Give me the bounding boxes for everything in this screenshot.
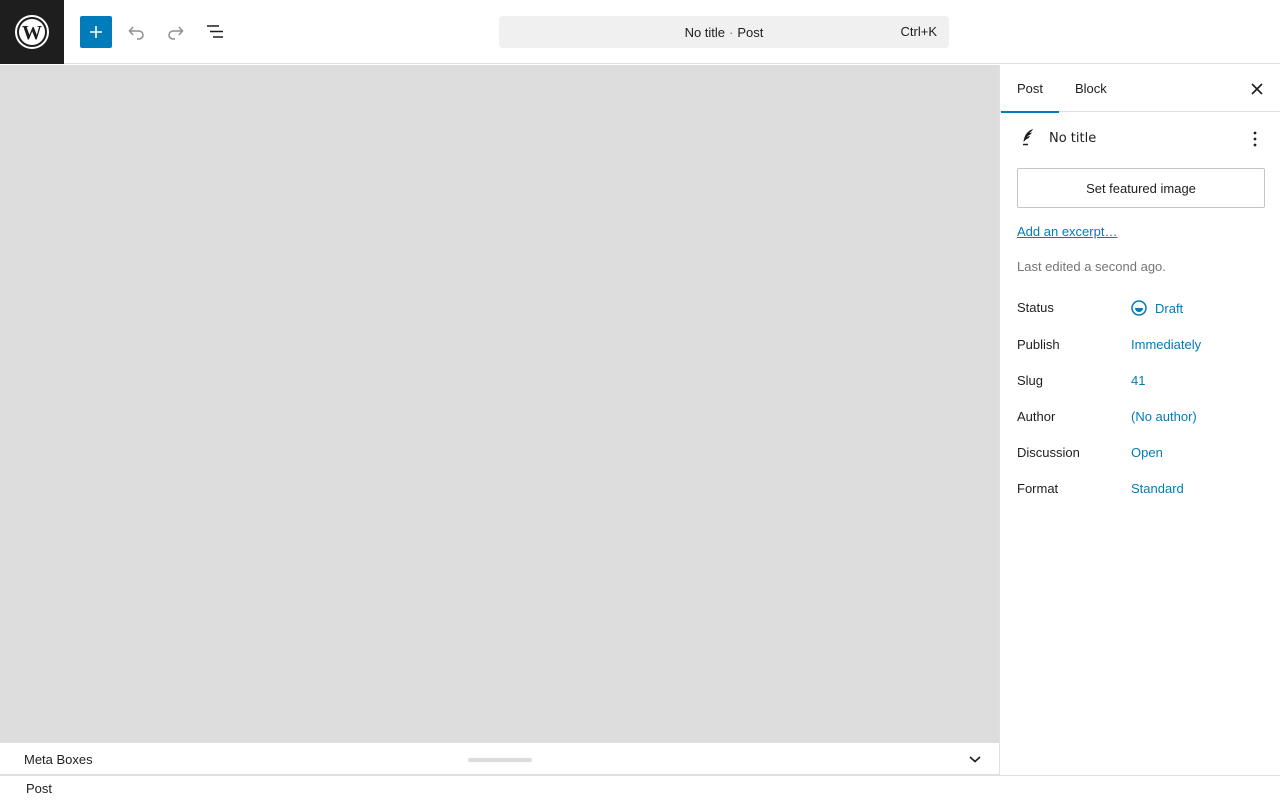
slug-row: Slug 41 [1017,373,1267,393]
close-icon [1251,83,1263,95]
post-title: No title [1049,131,1097,146]
status-row: Status Draft [1017,300,1267,320]
editor-header: W No title · Post Ctrl+K [0,0,1280,64]
redo-icon [168,26,184,40]
chevron-down-icon[interactable] [967,751,983,767]
wordpress-logo-button[interactable]: W [0,0,64,64]
tab-block[interactable]: Block [1059,65,1123,112]
format-value[interactable]: Standard [1131,481,1184,496]
redo-button[interactable] [160,16,192,48]
post-actions-button[interactable] [1243,127,1267,151]
sidebar-tabs: Post Block [1000,65,1280,113]
settings-sidebar: Post Block No title Set featured image A… [999,65,1280,775]
author-row: Author (No author) [1017,409,1267,429]
svg-text:W: W [22,22,42,44]
discussion-row: Discussion Open [1017,445,1267,465]
command-shortcut: Ctrl+K [900,24,937,39]
editor-canvas[interactable] [0,65,999,742]
publish-value[interactable]: Immediately [1131,337,1201,352]
discussion-value[interactable]: Open [1131,445,1163,460]
feather-icon [1023,129,1033,146]
wordpress-logo-icon: W [15,15,49,49]
format-row: Format Standard [1017,481,1267,501]
title-separator: · [729,24,734,40]
block-breadcrumb-bar: Post [0,775,1280,800]
post-card: No title [1017,127,1267,151]
undo-button[interactable] [120,16,152,48]
publish-label: Publish [1017,337,1060,352]
more-vertical-icon [1253,131,1257,147]
draft-status-icon [1131,300,1147,316]
command-palette-button[interactable]: No title · Post Ctrl+K [499,16,949,48]
close-settings-button[interactable] [1245,77,1269,101]
last-edited-text: Last edited a second ago. [1017,259,1166,274]
document-overview-button[interactable] [200,16,232,48]
discussion-label: Discussion [1017,445,1080,460]
slug-label: Slug [1017,373,1044,388]
undo-icon [128,26,144,40]
plus-icon [90,26,102,38]
meta-boxes-label: Meta Boxes [24,752,93,767]
document-overview-icon [207,25,223,38]
resize-handle[interactable] [468,758,532,762]
publish-row: Publish Immediately [1017,337,1267,357]
author-value[interactable]: (No author) [1131,409,1197,424]
format-label: Format [1017,481,1059,496]
document-type: Post [737,24,764,40]
author-label: Author [1017,409,1056,424]
status-toggle[interactable]: Draft [1131,300,1183,316]
status-value: Draft [1155,300,1184,316]
status-label: Status [1017,300,1054,315]
tab-post[interactable]: Post [1001,65,1059,113]
meta-boxes-panel: Meta Boxes [0,742,999,775]
document-title: No title [684,24,726,40]
add-excerpt-link[interactable]: Add an excerpt… [1017,224,1117,239]
breadcrumb-post[interactable]: Post [26,781,52,796]
slug-value[interactable]: 41 [1131,373,1145,388]
add-block-button[interactable] [80,16,112,48]
set-featured-image-button[interactable]: Set featured image [1017,168,1265,208]
